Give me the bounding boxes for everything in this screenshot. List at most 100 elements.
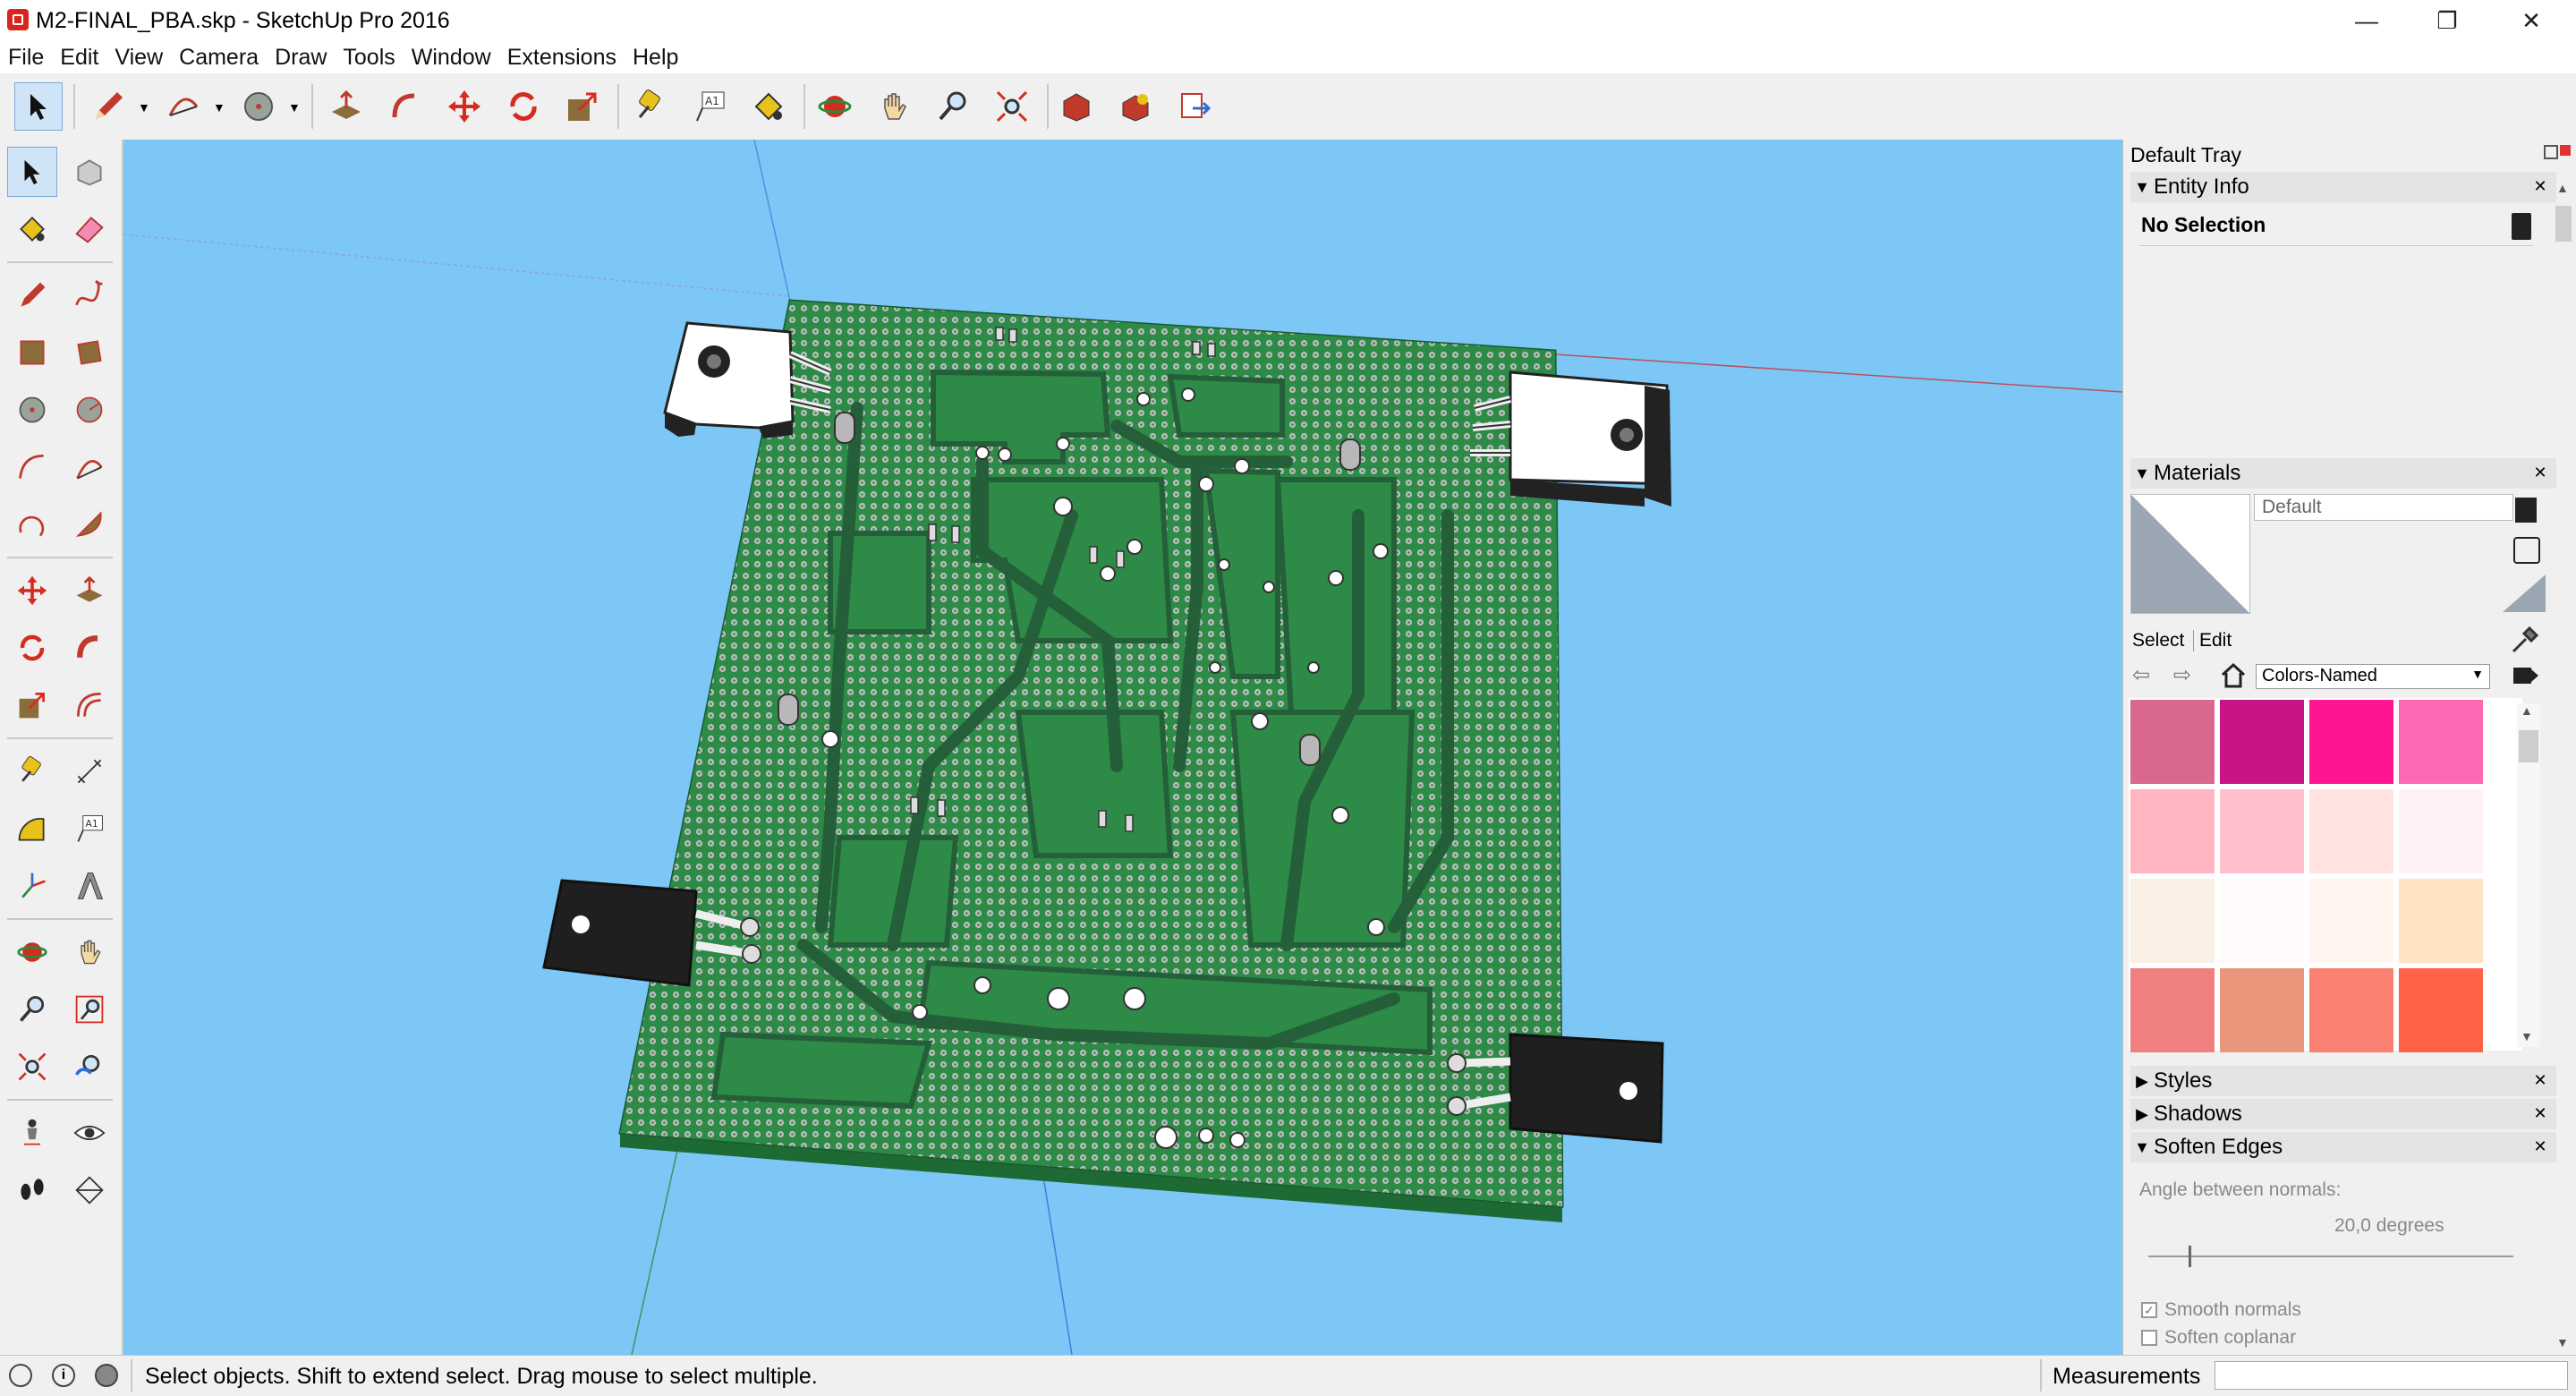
material-swatch[interactable]: [2220, 789, 2304, 873]
shape-tool-button[interactable]: [234, 82, 283, 131]
scroll-thumb[interactable]: [2555, 206, 2572, 242]
axes-tool[interactable]: [7, 861, 57, 911]
dropdown-arrow-icon[interactable]: ▼: [288, 100, 301, 115]
smooth-normals-checkbox[interactable]: ✓: [2141, 1302, 2157, 1318]
slider-thumb[interactable]: [2189, 1246, 2191, 1267]
home-icon[interactable]: [2220, 662, 2247, 689]
follow-me-button[interactable]: [381, 82, 429, 131]
material-name-field[interactable]: Default: [2254, 494, 2513, 521]
material-swatch[interactable]: [2399, 879, 2483, 963]
eraser-tool[interactable]: [64, 204, 115, 254]
forward-arrow-icon[interactable]: ⇨: [2173, 662, 2191, 688]
position-camera-tool[interactable]: [7, 1108, 57, 1158]
line-tool-button[interactable]: [84, 82, 132, 131]
3-point-arc-tool[interactable]: [7, 499, 57, 549]
rotate-tool[interactable]: [7, 623, 57, 673]
material-swatch[interactable]: [2309, 789, 2393, 873]
zoom-extents-tool[interactable]: [7, 1042, 57, 1092]
material-swatch[interactable]: [2309, 968, 2393, 1052]
follow-me-tool[interactable]: [64, 623, 115, 673]
close-panel-icon[interactable]: ✕: [2529, 462, 2551, 483]
default-material-icon[interactable]: [2503, 575, 2546, 612]
rotated-rectangle-tool[interactable]: [64, 328, 115, 378]
details-arrow-icon[interactable]: [2512, 662, 2540, 689]
shadows-header[interactable]: ▶ Shadows ✕: [2130, 1099, 2556, 1129]
scroll-down-icon[interactable]: ▼: [2521, 1029, 2533, 1043]
tab-edit[interactable]: Edit: [2193, 630, 2232, 651]
rectangle-tool[interactable]: [7, 328, 57, 378]
material-swatch[interactable]: [2220, 879, 2304, 963]
push-pull-button[interactable]: [322, 82, 370, 131]
dimension-tool[interactable]: [64, 746, 115, 796]
move-tool[interactable]: [7, 566, 57, 616]
menu-file[interactable]: File: [0, 45, 52, 71]
arc-tool-button[interactable]: [159, 82, 208, 131]
close-panel-icon[interactable]: ✕: [2529, 1136, 2551, 1157]
material-swatch[interactable]: [2130, 700, 2215, 784]
tab-select[interactable]: Select: [2132, 630, 2184, 651]
move-tool-button[interactable]: [440, 82, 489, 131]
paint-bucket-tool[interactable]: [7, 204, 57, 254]
dropdown-arrow-icon[interactable]: ▼: [138, 100, 150, 115]
scroll-up-icon[interactable]: ▲: [2521, 703, 2533, 718]
arc-tool[interactable]: [7, 442, 57, 492]
section-plane-tool[interactable]: [64, 1165, 115, 1215]
materials-header[interactable]: ▼ Materials ✕: [2130, 458, 2556, 489]
dropdown-arrow-icon[interactable]: ▼: [213, 100, 225, 115]
material-swatch[interactable]: [2399, 968, 2483, 1052]
offset-tool[interactable]: [64, 680, 115, 730]
styles-header[interactable]: ▶ Styles ✕: [2130, 1066, 2556, 1096]
tray-close-icon[interactable]: [2560, 145, 2571, 156]
sample-paint-eyedropper-icon[interactable]: [2510, 626, 2538, 655]
restore-button[interactable]: ❐: [2407, 0, 2487, 41]
circle-tool[interactable]: [7, 385, 57, 435]
select-tool[interactable]: [7, 147, 57, 197]
menu-extensions[interactable]: Extensions: [499, 45, 625, 71]
look-around-tool[interactable]: [64, 1108, 115, 1158]
material-swatch[interactable]: [2309, 879, 2393, 963]
zoom-button[interactable]: [929, 82, 977, 131]
menu-draw[interactable]: Draw: [267, 45, 335, 71]
3d-warehouse-button[interactable]: [1052, 82, 1101, 131]
soften-coplanar-checkbox[interactable]: [2141, 1330, 2157, 1346]
close-panel-icon[interactable]: ✕: [2529, 1069, 2551, 1091]
push-pull-tool[interactable]: [64, 566, 115, 616]
measurements-box[interactable]: [2215, 1361, 2568, 1390]
send-to-layout-button[interactable]: [1170, 82, 1219, 131]
text-tool[interactable]: A1: [64, 804, 115, 854]
tray-pin-icon[interactable]: [2544, 145, 2558, 159]
material-swatch[interactable]: [2130, 789, 2215, 873]
menu-help[interactable]: Help: [625, 45, 686, 71]
pie-tool[interactable]: [64, 499, 115, 549]
paint-bucket-button[interactable]: [744, 82, 793, 131]
pan-button[interactable]: [870, 82, 918, 131]
menu-edit[interactable]: Edit: [52, 45, 106, 71]
material-swatch[interactable]: [2220, 968, 2304, 1052]
orbit-button[interactable]: [811, 82, 859, 131]
select-tool-button[interactable]: [14, 82, 63, 131]
minimize-button[interactable]: —: [2326, 0, 2407, 41]
details-toggle-icon[interactable]: [2512, 213, 2531, 240]
tray-scrollbar[interactable]: ▲ ▼: [2553, 181, 2574, 1353]
rotate-tool-button[interactable]: [499, 82, 548, 131]
menu-view[interactable]: View: [106, 45, 171, 71]
scroll-thumb[interactable]: [2519, 730, 2538, 762]
menu-camera[interactable]: Camera: [171, 45, 267, 71]
scroll-up-icon[interactable]: ▲: [2556, 181, 2569, 195]
scale-tool-button[interactable]: [558, 82, 607, 131]
pan-tool[interactable]: [64, 927, 115, 977]
angle-slider[interactable]: [2148, 1246, 2513, 1267]
orbit-tool[interactable]: [7, 927, 57, 977]
back-arrow-icon[interactable]: ⇦: [2132, 662, 2150, 688]
scale-tool[interactable]: [7, 680, 57, 730]
tape-measure-button[interactable]: [626, 82, 675, 131]
menu-window[interactable]: Window: [404, 45, 499, 71]
material-swatch[interactable]: [2399, 789, 2483, 873]
2-point-arc-tool[interactable]: [64, 442, 115, 492]
swatch-scrollbar[interactable]: ▲ ▼: [2517, 703, 2540, 1047]
zoom-window-tool[interactable]: [64, 984, 115, 1034]
geolocation-icon[interactable]: [9, 1364, 32, 1387]
material-swatch[interactable]: [2220, 700, 2304, 784]
drawing-area[interactable]: [123, 140, 2122, 1355]
text-tool-button[interactable]: A1: [685, 82, 734, 131]
